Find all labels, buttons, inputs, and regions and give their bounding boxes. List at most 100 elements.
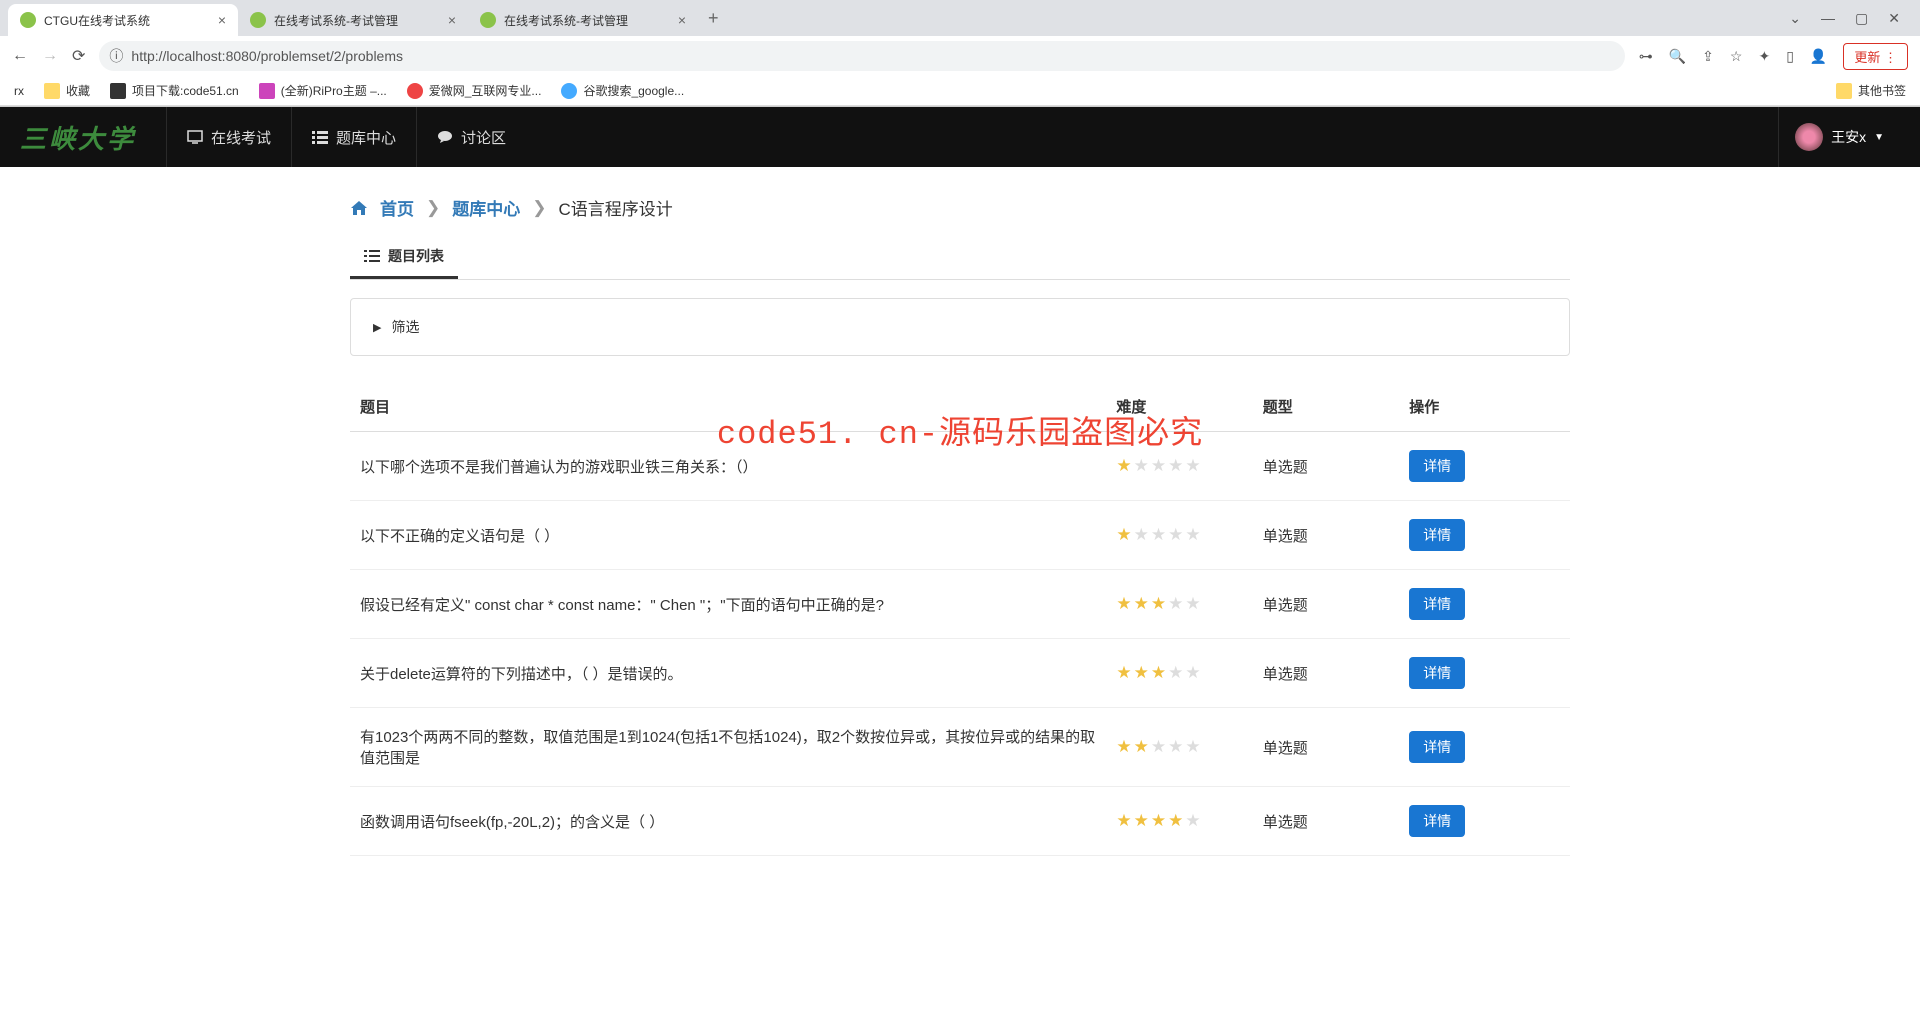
tab-title: 在线考试系统-考试管理 bbox=[274, 12, 398, 29]
back-icon[interactable]: ← bbox=[12, 47, 28, 65]
table-row: 以下不正确的定义语句是（ ） ★★★★★ 单选题详情 bbox=[350, 501, 1570, 570]
profile-icon[interactable]: 👤 bbox=[1810, 48, 1827, 65]
url-text: http://localhost:8080/problemset/2/probl… bbox=[131, 48, 403, 64]
detail-button[interactable]: 详情 bbox=[1409, 519, 1465, 551]
detail-button[interactable]: 详情 bbox=[1409, 731, 1465, 763]
bookmark-item[interactable]: 谷歌搜索_google... bbox=[561, 82, 684, 99]
site-icon bbox=[561, 83, 577, 99]
nav-bank[interactable]: 题库中心 bbox=[291, 107, 416, 167]
table-row: 有1023个两两不同的整数，取值范围是1到1024(包括1不包括1024)，取2… bbox=[350, 708, 1570, 787]
star-rating: ★★★★★ bbox=[1116, 594, 1202, 613]
cell-type: 单选题 bbox=[1253, 639, 1399, 708]
address-row: ← → ⟳ ⓘ http://localhost:8080/problemset… bbox=[0, 36, 1920, 76]
problems-table: 题目 难度 题型 操作 以下哪个选项不是我们普遍认为的游戏职业铁三角关系：（）★… bbox=[350, 382, 1570, 856]
list-icon bbox=[312, 130, 328, 144]
chevron-right-icon: ❯ bbox=[426, 198, 440, 218]
logo[interactable]: 三峡大学 bbox=[20, 119, 136, 156]
detail-button[interactable]: 详情 bbox=[1409, 450, 1465, 482]
star-rating: ★★★★★ bbox=[1116, 663, 1202, 682]
zoom-icon[interactable]: 🔍 bbox=[1669, 48, 1686, 65]
browser-tab[interactable]: CTGU在线考试系统 × bbox=[8, 4, 238, 36]
cell-action: 详情 bbox=[1399, 708, 1570, 787]
star-rating: ★★★★★ bbox=[1116, 811, 1202, 830]
cell-action: 详情 bbox=[1399, 570, 1570, 639]
site-icon bbox=[110, 83, 126, 99]
star-icon[interactable]: ☆ bbox=[1730, 48, 1743, 65]
extension-icon[interactable]: ✦ bbox=[1758, 48, 1770, 65]
bookmark-item[interactable]: 爱微网_互联网专业... bbox=[407, 82, 542, 99]
bookmark-item[interactable]: (全新)RiPro主题 –... bbox=[259, 82, 387, 99]
bookmark-item[interactable]: rx bbox=[14, 84, 24, 98]
update-button[interactable]: 更新 ⋮ bbox=[1843, 43, 1908, 70]
browser-tab[interactable]: 在线考试系统-考试管理 × bbox=[238, 4, 468, 36]
folder-icon bbox=[1836, 83, 1852, 99]
cell-title: 函数调用语句fseek(fp,-20L,2)；的含义是（ ） bbox=[350, 787, 1106, 856]
cell-difficulty: ★★★★★ bbox=[1106, 708, 1252, 787]
panel-icon[interactable]: ▯ bbox=[1786, 48, 1794, 65]
cell-title: 以下不正确的定义语句是（ ） bbox=[350, 501, 1106, 570]
tab-title: 在线考试系统-考试管理 bbox=[504, 12, 628, 29]
maximize-icon[interactable]: ▢ bbox=[1855, 10, 1868, 27]
browser-tab[interactable]: 在线考试系统-考试管理 × bbox=[468, 4, 698, 36]
share-icon[interactable]: ⇪ bbox=[1702, 48, 1714, 65]
user-menu[interactable]: 王安x ▼ bbox=[1778, 107, 1900, 167]
chevron-right-icon: ❯ bbox=[532, 198, 546, 218]
table-row: 关于delete运算符的下列描述中，（ ）是错误的。★★★★★单选题详情 bbox=[350, 639, 1570, 708]
cell-title: 有1023个两两不同的整数，取值范围是1到1024(包括1不包括1024)，取2… bbox=[350, 708, 1106, 787]
info-icon: ⓘ bbox=[109, 46, 123, 66]
cell-title: 以下哪个选项不是我们普遍认为的游戏职业铁三角关系：（） bbox=[350, 432, 1106, 501]
cell-action: 详情 bbox=[1399, 501, 1570, 570]
bookmark-item[interactable]: 项目下载:code51.cn bbox=[110, 82, 239, 99]
key-icon[interactable]: ⊶ bbox=[1639, 48, 1653, 65]
close-icon[interactable]: × bbox=[448, 12, 456, 28]
forward-icon[interactable]: → bbox=[42, 47, 58, 65]
detail-button[interactable]: 详情 bbox=[1409, 657, 1465, 689]
star-rating: ★★★★★ bbox=[1116, 525, 1202, 544]
breadcrumb-center[interactable]: 题库中心 bbox=[452, 195, 520, 220]
detail-button[interactable]: 详情 bbox=[1409, 805, 1465, 837]
home-icon[interactable] bbox=[350, 198, 368, 218]
caret-down-icon: ▼ bbox=[1874, 132, 1884, 143]
chevron-down-icon[interactable]: ⌄ bbox=[1789, 10, 1801, 27]
favicon-icon bbox=[250, 12, 266, 28]
reload-icon[interactable]: ⟳ bbox=[72, 46, 85, 66]
breadcrumb-home[interactable]: 首页 bbox=[380, 195, 414, 220]
cell-action: 详情 bbox=[1399, 639, 1570, 708]
close-icon[interactable]: × bbox=[218, 12, 226, 28]
folder-icon bbox=[44, 83, 60, 99]
filter-panel[interactable]: ▶ 筛选 bbox=[350, 298, 1570, 356]
other-bookmarks[interactable]: 其他书签 bbox=[1836, 82, 1906, 99]
close-window-icon[interactable]: ✕ bbox=[1888, 10, 1900, 27]
detail-button[interactable]: 详情 bbox=[1409, 588, 1465, 620]
close-icon[interactable]: × bbox=[678, 12, 686, 28]
address-bar[interactable]: ⓘ http://localhost:8080/problemset/2/pro… bbox=[99, 41, 1624, 71]
cell-difficulty: ★★★★★ bbox=[1106, 432, 1252, 501]
cell-difficulty: ★★★★★ bbox=[1106, 570, 1252, 639]
cell-difficulty: ★★★★★ bbox=[1106, 501, 1252, 570]
table-row: 以下哪个选项不是我们普遍认为的游戏职业铁三角关系：（）★★★★★单选题详情 bbox=[350, 432, 1570, 501]
th-type: 题型 bbox=[1253, 382, 1399, 432]
tab-title: CTGU在线考试系统 bbox=[44, 12, 150, 29]
browser-chrome: CTGU在线考试系统 × 在线考试系统-考试管理 × 在线考试系统-考试管理 ×… bbox=[0, 0, 1920, 107]
cell-title: 假设已经有定义" const char * const name：" Chen … bbox=[350, 570, 1106, 639]
tabs-row: CTGU在线考试系统 × 在线考试系统-考试管理 × 在线考试系统-考试管理 ×… bbox=[0, 0, 1920, 36]
cell-action: 详情 bbox=[1399, 432, 1570, 501]
avatar bbox=[1795, 123, 1823, 151]
new-tab-button[interactable]: + bbox=[698, 8, 729, 29]
tab-problem-list[interactable]: 题目列表 bbox=[350, 236, 458, 279]
nav-forum[interactable]: 讨论区 bbox=[416, 107, 526, 167]
minimize-icon[interactable]: — bbox=[1821, 10, 1835, 27]
nav-exam[interactable]: 在线考试 bbox=[166, 107, 291, 167]
list-icon bbox=[364, 250, 380, 262]
breadcrumb-current: C语言程序设计 bbox=[559, 195, 673, 220]
star-rating: ★★★★★ bbox=[1116, 456, 1202, 475]
th-title: 题目 bbox=[350, 382, 1106, 432]
table-row: 假设已经有定义" const char * const name：" Chen … bbox=[350, 570, 1570, 639]
window-controls: ⌄ — ▢ ✕ bbox=[1777, 10, 1912, 27]
caret-right-icon: ▶ bbox=[373, 321, 381, 334]
cell-type: 单选题 bbox=[1253, 787, 1399, 856]
cell-type: 单选题 bbox=[1253, 570, 1399, 639]
cell-type: 单选题 bbox=[1253, 501, 1399, 570]
monitor-icon bbox=[187, 130, 203, 144]
bookmark-item[interactable]: 收藏 bbox=[44, 82, 90, 99]
